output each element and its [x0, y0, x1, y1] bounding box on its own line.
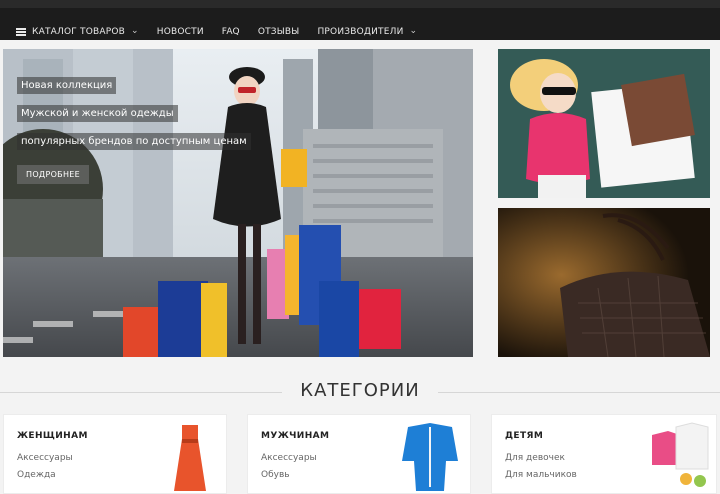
category-link[interactable]: Для девочек	[505, 453, 565, 463]
nav-catalog-label: КАТАЛОГ ТОВАРОВ	[32, 27, 125, 37]
nav-faq-label: FAQ	[221, 27, 240, 37]
hero-caption: Новая коллекция Мужской и женской одежды…	[17, 73, 251, 184]
category-card-kids[interactable]: ДЕТЯМ Для девочек Для мальчиков	[491, 414, 717, 494]
dress-image	[174, 425, 206, 491]
kids-shopping-image	[498, 49, 710, 198]
top-navigation-bar: КАТАЛОГ ТОВАРОВ ⌄ НОВОСТИ FAQ ОТЗЫВЫ ПРО…	[0, 0, 720, 40]
nav-manufacturers-label: ПРОИЗВОДИТЕЛИ	[317, 27, 404, 37]
main-menu: КАТАЛОГ ТОВАРОВ ⌄ НОВОСТИ FAQ ОТЗЫВЫ ПРО…	[16, 16, 417, 48]
nav-news-label: НОВОСТИ	[156, 27, 204, 37]
category-card-men[interactable]: МУЖЧИНАМ Аксессуары Обувь	[247, 414, 471, 494]
kids-clothes-image	[652, 422, 709, 487]
hero-more-button[interactable]: ПОДРОБНЕЕ	[17, 165, 89, 184]
category-link[interactable]: Аксессуары	[261, 453, 317, 463]
hero-line-3: популярных брендов по доступным ценам	[17, 133, 251, 150]
category-title: МУЖЧИНАМ	[261, 431, 330, 441]
leather-bag-image	[498, 208, 710, 357]
nav-reviews-label: ОТЗЫВЫ	[257, 27, 300, 37]
category-link[interactable]: Одежда	[17, 470, 56, 480]
nav-manufacturers[interactable]: ПРОИЗВОДИТЕЛИ ⌄	[317, 26, 418, 37]
nav-catalog[interactable]: КАТАЛОГ ТОВАРОВ ⌄	[16, 26, 139, 37]
categories-heading: КАТЕГОРИИ	[0, 374, 720, 408]
hero-banner[interactable]: Новая коллекция Мужской и женской одежды…	[3, 49, 473, 357]
category-link[interactable]: Аксессуары	[17, 453, 73, 463]
tracksuit-image	[402, 423, 458, 491]
hero-line-2: Мужской и женской одежды	[17, 105, 178, 122]
menu-icon	[16, 28, 26, 36]
nav-faq[interactable]: FAQ	[222, 27, 240, 37]
nav-reviews[interactable]: ОТЗЫВЫ	[258, 27, 300, 37]
category-title: ДЕТЯМ	[505, 431, 544, 441]
promo-bag[interactable]	[498, 208, 710, 357]
chevron-down-icon: ⌄	[409, 26, 418, 36]
category-link[interactable]: Для мальчиков	[505, 470, 577, 480]
hero-line-1: Новая коллекция	[17, 77, 117, 94]
promo-kids[interactable]	[498, 49, 710, 198]
category-link[interactable]: Обувь	[261, 470, 290, 480]
nav-news[interactable]: НОВОСТИ	[157, 27, 204, 37]
categories-title: КАТЕГОРИИ	[300, 380, 420, 401]
chevron-down-icon: ⌄	[131, 26, 139, 36]
category-card-women[interactable]: ЖЕНЩИНАМ Аксессуары Одежда	[3, 414, 227, 494]
category-title: ЖЕНЩИНАМ	[17, 431, 88, 441]
